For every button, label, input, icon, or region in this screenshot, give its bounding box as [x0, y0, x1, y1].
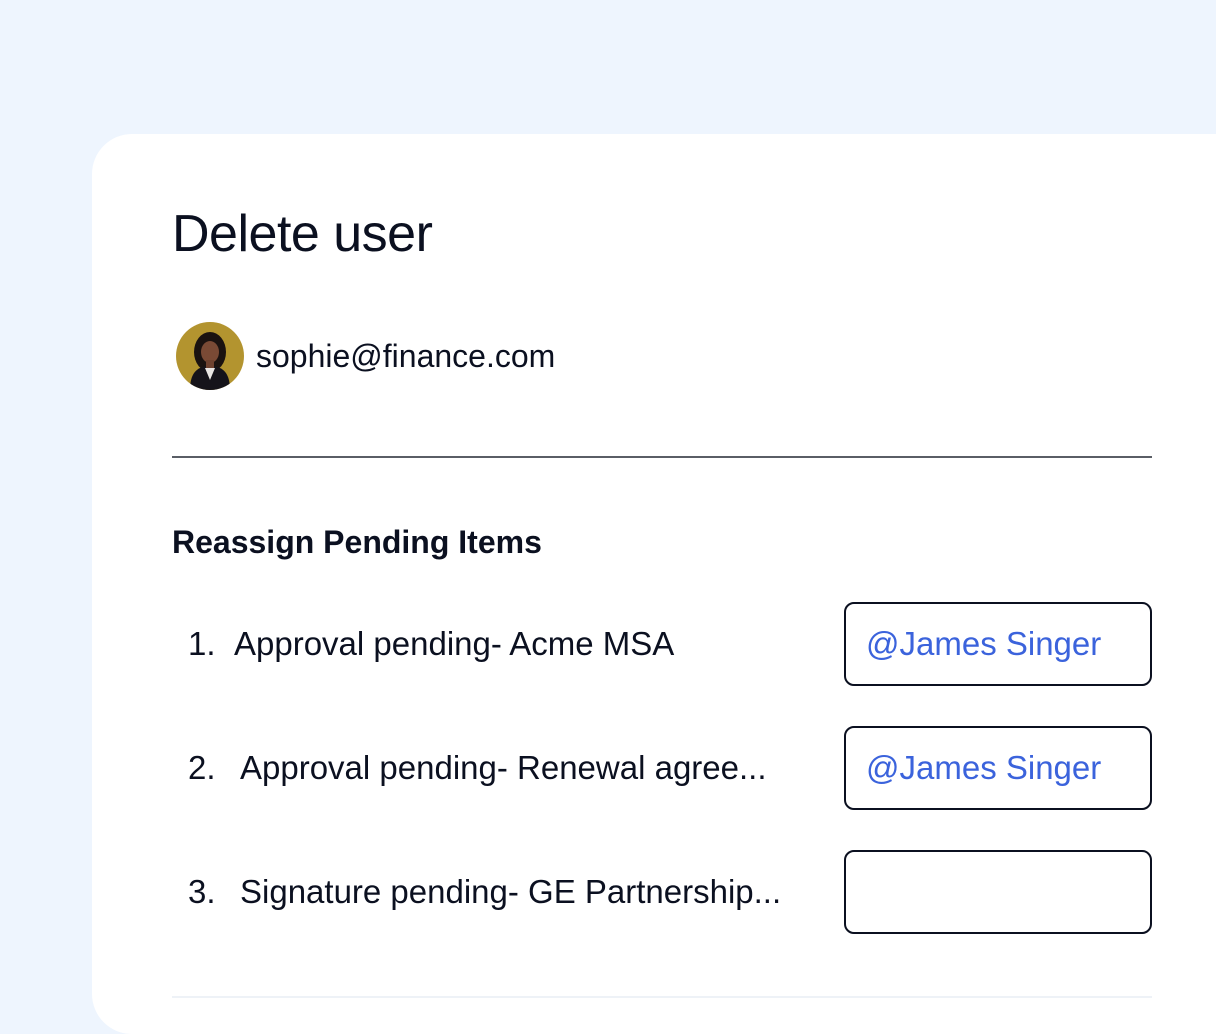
assignee-input[interactable] — [844, 726, 1152, 810]
item-label: Signature pending- GE Partnership... — [240, 873, 782, 910]
pending-item: 1. Approval pending- Acme MSA — [188, 602, 1152, 686]
assignee-input[interactable] — [844, 602, 1152, 686]
user-email: sophie@finance.com — [256, 338, 556, 374]
pending-item-text: 2. Approval pending- Renewal agree... — [188, 726, 828, 810]
user-row: sophie@finance.com — [176, 322, 555, 390]
item-label: Approval pending- Renewal agree... — [240, 749, 767, 786]
item-label: Approval pending- Acme MSA — [234, 625, 675, 662]
user-avatar-icon — [176, 322, 244, 390]
pending-item-text: 1. Approval pending- Acme MSA — [188, 602, 828, 686]
pending-item: 2. Approval pending- Renewal agree... — [188, 726, 1152, 810]
item-number: 3. — [188, 873, 216, 910]
pending-item: 3. Signature pending- GE Partnership... — [188, 850, 1152, 934]
assignee-input[interactable] — [844, 850, 1152, 934]
pending-item-text: 3. Signature pending- GE Partnership... — [188, 850, 828, 934]
delete-user-dialog: Delete user sophie@finance.com Reassign … — [92, 134, 1216, 1034]
divider — [172, 456, 1152, 458]
dialog-title: Delete user — [172, 205, 433, 263]
item-number: 1. — [188, 625, 216, 662]
section-title: Reassign Pending Items — [172, 524, 542, 560]
item-number: 2. — [188, 749, 216, 786]
avatar — [176, 322, 244, 390]
bottom-divider — [172, 996, 1152, 998]
